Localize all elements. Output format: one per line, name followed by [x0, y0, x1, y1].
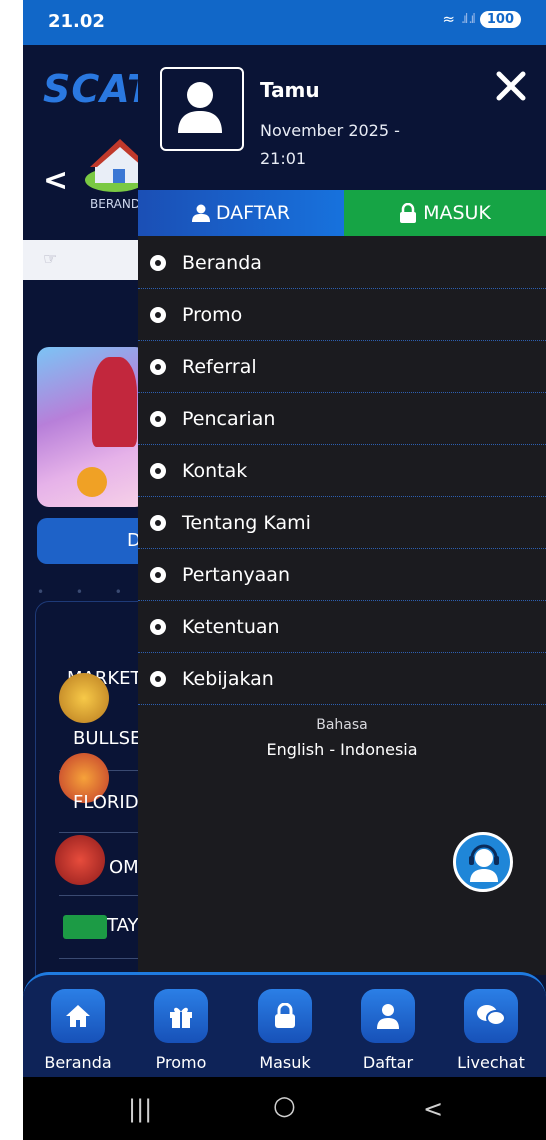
system-nav-bar: ||| ○ < [23, 1077, 546, 1140]
menu-item-kontak[interactable]: Kontak [138, 445, 546, 497]
market-item-florida[interactable]: FLORID [73, 792, 139, 813]
status-time: 21.02 [48, 11, 105, 32]
banner-orb [77, 467, 107, 497]
wifi-icon: ≈ [442, 10, 455, 28]
nav-promo[interactable]: Promo [136, 989, 226, 1072]
home-icon [51, 989, 105, 1043]
menu-item-tentang-kami[interactable]: Tentang Kami [138, 497, 546, 549]
menu-item-pertanyaan[interactable]: Pertanyaan [138, 549, 546, 601]
scatterwin-coin-icon [59, 673, 109, 723]
nav-label: Daftar [362, 1053, 414, 1072]
masuk-button-label: MASUK [423, 202, 491, 224]
avatar [160, 67, 244, 151]
battery-indicator: 100 [479, 10, 521, 28]
menu-item-label: Referral [182, 355, 257, 378]
recent-apps-icon[interactable]: ||| [128, 1095, 152, 1123]
guest-datetime: November 2025 - 21:01 [260, 121, 400, 168]
menu-item-label: Pencarian [182, 407, 276, 430]
nav-label: Beranda [44, 1053, 112, 1072]
menu-item-label: Ketentuan [182, 615, 280, 638]
gift-icon [154, 989, 208, 1043]
market-item-tay[interactable]: TAY [107, 915, 139, 936]
lock-icon [400, 203, 417, 223]
megaphone-icon: ☞ [43, 249, 58, 268]
status-bar: 21.02 ≈ .ıl .ıl 100 [23, 0, 546, 45]
drawer-menu: Beranda Promo Referral Pencarian Kontak … [138, 237, 546, 705]
menu-item-promo[interactable]: Promo [138, 289, 546, 341]
market-item-om[interactable]: OM [109, 857, 139, 878]
close-icon[interactable] [493, 68, 529, 104]
guest-name: Tamu [260, 78, 320, 102]
nav-label: Livechat [457, 1053, 525, 1072]
menu-item-label: Tentang Kami [182, 511, 311, 534]
support-button[interactable] [453, 832, 513, 892]
menu-item-label: Pertanyaan [182, 563, 290, 586]
menu-item-beranda[interactable]: Beranda [138, 237, 546, 289]
menu-item-kebijakan[interactable]: Kebijakan [138, 653, 546, 705]
home-circle-icon[interactable]: ○ [273, 1091, 296, 1121]
banner-character [92, 357, 137, 447]
menu-item-label: Kontak [182, 459, 248, 482]
masuk-button[interactable]: MASUK [344, 190, 546, 236]
back-icon[interactable]: < [423, 1095, 443, 1123]
bottom-nav: Beranda Promo Masuk Daftar Livechat [23, 972, 546, 1080]
menu-item-label: Promo [182, 303, 243, 326]
bullet-icon [150, 254, 166, 271]
language-selector[interactable]: English - Indonesia [138, 740, 546, 759]
user-silhouette-icon [178, 82, 222, 133]
menu-item-label: Kebijakan [182, 667, 274, 690]
nav-daftar[interactable]: Daftar [343, 989, 433, 1072]
user-icon [191, 204, 210, 222]
signal-icon: .ıl .ıl [461, 11, 476, 27]
bullet-icon [150, 358, 166, 375]
daftar-button[interactable]: DAFTAR [138, 190, 344, 236]
phone-screen: 21.02 ≈ .ıl .ıl 100 SCAT < BERANDA ☞ D •… [23, 0, 546, 1140]
promo-banner[interactable] [37, 347, 147, 507]
nav-masuk[interactable]: Masuk [240, 989, 330, 1072]
bullet-icon [150, 514, 166, 531]
menu-item-pencarian[interactable]: Pencarian [138, 393, 546, 445]
bullet-icon [150, 618, 166, 635]
chat-icon [464, 989, 518, 1043]
menu-item-label: Beranda [182, 251, 262, 274]
nav-label: Masuk [259, 1053, 311, 1072]
daftar-button-label: DAFTAR [215, 202, 291, 224]
market-item-bullseye[interactable]: BULLSE [73, 728, 141, 749]
lottery-balls-icon [55, 835, 105, 885]
headset-agent-icon [469, 844, 499, 882]
carousel-prev-button[interactable]: < [43, 163, 68, 198]
language-label: Bahasa [316, 717, 368, 733]
menu-item-ketentuan[interactable]: Ketentuan [138, 601, 546, 653]
bullet-icon [150, 462, 166, 479]
bullet-icon [150, 566, 166, 583]
menu-item-referral[interactable]: Referral [138, 341, 546, 393]
nav-livechat[interactable]: Livechat [446, 989, 536, 1072]
nav-label: Promo [155, 1053, 207, 1072]
bullet-icon [150, 410, 166, 427]
bullet-icon [150, 670, 166, 687]
social-media-badge-icon [63, 915, 107, 939]
lock-icon [258, 989, 312, 1043]
nav-beranda[interactable]: Beranda [33, 989, 123, 1072]
user-icon [361, 989, 415, 1043]
status-icons: ≈ .ıl .ıl 100 [442, 10, 521, 28]
bullet-icon [150, 306, 166, 323]
